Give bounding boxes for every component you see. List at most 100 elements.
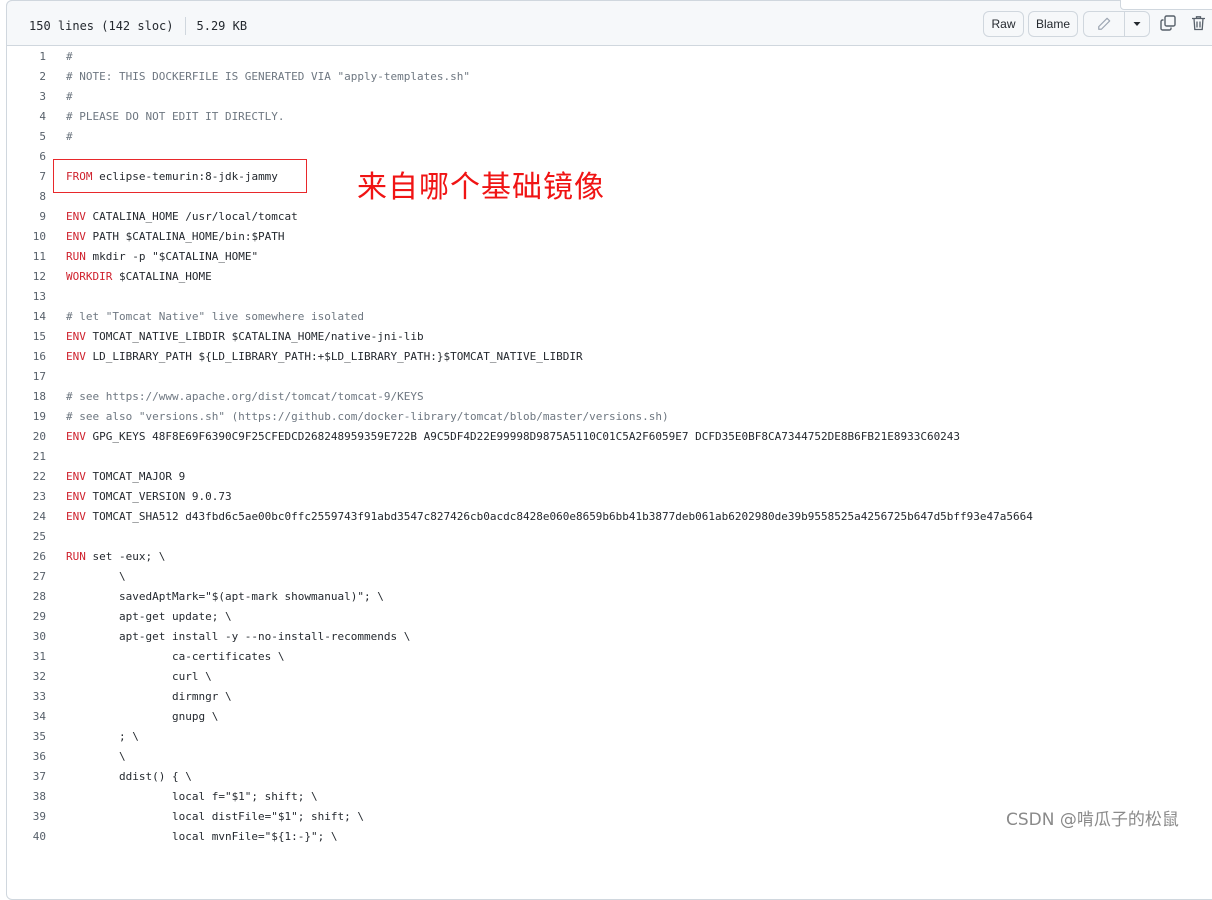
line-number[interactable]: 30	[6, 627, 46, 647]
line-number[interactable]: 12	[6, 267, 46, 287]
line-number[interactable]: 23	[6, 487, 46, 507]
line-number[interactable]: 24	[6, 507, 46, 527]
line-content: gnupg \	[46, 707, 218, 727]
code-line: 35 ; \	[6, 727, 1212, 747]
line-content: ENV PATH $CATALINA_HOME/bin:$PATH	[46, 227, 285, 247]
line-number[interactable]: 3	[6, 87, 46, 107]
annotation-text: 来自哪个基础镜像	[357, 170, 605, 205]
code-token: apt-get update; \	[66, 610, 232, 623]
line-number[interactable]: 16	[6, 347, 46, 367]
code-token: #	[66, 90, 73, 103]
line-number[interactable]: 33	[6, 687, 46, 707]
line-content: ca-certificates \	[46, 647, 285, 667]
line-number[interactable]: 11	[6, 247, 46, 267]
line-content: ddist() { \	[46, 767, 192, 787]
line-number[interactable]: 15	[6, 327, 46, 347]
code-line: 9 ENV CATALINA_HOME /usr/local/tomcat	[6, 207, 1212, 227]
line-number[interactable]: 6	[6, 147, 46, 167]
line-content: #	[46, 47, 73, 67]
code-line: 36 \	[6, 747, 1212, 767]
line-number[interactable]: 39	[6, 807, 46, 827]
line-number[interactable]: 17	[6, 367, 46, 387]
code-line: 30 apt-get install -y --no-install-recom…	[6, 627, 1212, 647]
line-content: local mvnFile="${1:-}"; \	[46, 827, 338, 847]
line-number[interactable]: 29	[6, 607, 46, 627]
code-token: \	[66, 750, 126, 763]
popover-edge	[1120, 0, 1212, 10]
code-line: 37 ddist() { \	[6, 767, 1212, 787]
code-token: RUN	[66, 250, 86, 263]
line-number[interactable]: 28	[6, 587, 46, 607]
code-token: local distFile="$1"; shift; \	[66, 810, 365, 823]
line-number[interactable]: 2	[6, 67, 46, 87]
pencil-icon	[1098, 17, 1111, 30]
code-token: TOMCAT_SHA512 d43fbd6c5ae00bc0ffc2559743…	[85, 510, 1033, 523]
code-token: TOMCAT_MAJOR 9	[85, 470, 186, 483]
line-number[interactable]: 14	[6, 307, 46, 327]
code-line: 21	[6, 447, 1212, 467]
line-content: dirmngr \	[46, 687, 232, 707]
code-line: 5 #	[6, 127, 1212, 147]
code-token: set -eux; \	[85, 550, 166, 563]
code-line: 15 ENV TOMCAT_NATIVE_LIBDIR $CATALINA_HOM…	[6, 327, 1212, 347]
code-token: LD_LIBRARY_PATH ${LD_LIBRARY_PATH:+$LD_L…	[85, 350, 583, 363]
code-line: 11 RUN mkdir -p "$CATALINA_HOME"	[6, 247, 1212, 267]
code-token: ENV	[66, 230, 86, 243]
code-token: # PLEASE DO NOT EDIT IT DIRECTLY.	[66, 110, 285, 123]
line-content: #	[46, 127, 73, 147]
line-number[interactable]: 1	[6, 47, 46, 67]
line-number[interactable]: 36	[6, 747, 46, 767]
line-number[interactable]: 7	[6, 167, 46, 187]
code-line: 27 \	[6, 567, 1212, 587]
line-content	[46, 367, 66, 387]
edit-dropdown-button[interactable]	[1124, 11, 1150, 37]
code-line: 34 gnupg \	[6, 707, 1212, 727]
line-number[interactable]: 19	[6, 407, 46, 427]
code-line: 25	[6, 527, 1212, 547]
line-number[interactable]: 34	[6, 707, 46, 727]
line-number[interactable]: 21	[6, 447, 46, 467]
line-number[interactable]: 20	[6, 427, 46, 447]
line-number[interactable]: 37	[6, 767, 46, 787]
line-content: ENV TOMCAT_NATIVE_LIBDIR $CATALINA_HOME/…	[46, 327, 424, 347]
code-token: ENV	[66, 350, 86, 363]
code-token: # NOTE: THIS DOCKERFILE IS GENERATED VIA…	[66, 70, 470, 83]
code-token: local mvnFile="${1:-}"; \	[66, 830, 338, 843]
line-content: apt-get install -y --no-install-recommen…	[46, 627, 410, 647]
line-number[interactable]: 4	[6, 107, 46, 127]
line-content	[46, 447, 66, 467]
line-number[interactable]: 40	[6, 827, 46, 847]
copy-button[interactable]	[1158, 13, 1178, 33]
line-number[interactable]: 10	[6, 227, 46, 247]
line-content: # PLEASE DO NOT EDIT IT DIRECTLY.	[46, 107, 285, 127]
line-number[interactable]: 26	[6, 547, 46, 567]
code-token: gnupg \	[66, 710, 219, 723]
blame-button[interactable]: Blame	[1028, 11, 1078, 37]
line-number[interactable]: 35	[6, 727, 46, 747]
line-number[interactable]: 31	[6, 647, 46, 667]
code-token: savedAptMark="$(apt-mark showmanual)"; \	[66, 590, 384, 603]
line-number[interactable]: 22	[6, 467, 46, 487]
code-token: PATH $CATALINA_HOME/bin:$PATH	[85, 230, 285, 243]
code-line: 2 # NOTE: THIS DOCKERFILE IS GENERATED VI…	[6, 67, 1212, 87]
raw-button[interactable]: Raw	[983, 11, 1024, 37]
code-token: GPG_KEYS 48F8E69F6390C9F25CFEDCD26824895…	[85, 430, 961, 443]
line-number[interactable]: 9	[6, 207, 46, 227]
edit-button[interactable]	[1083, 11, 1125, 37]
code-token: ENV	[66, 330, 86, 343]
code-line: 32 curl \	[6, 667, 1212, 687]
code-token: curl \	[66, 670, 212, 683]
line-number[interactable]: 27	[6, 567, 46, 587]
line-number[interactable]: 13	[6, 287, 46, 307]
line-number[interactable]: 25	[6, 527, 46, 547]
line-number[interactable]: 18	[6, 387, 46, 407]
delete-button[interactable]	[1188, 13, 1208, 33]
copy-icon	[1160, 15, 1176, 31]
line-number[interactable]: 5	[6, 127, 46, 147]
code-token: ddist() { \	[66, 770, 192, 783]
code-line: 29 apt-get update; \	[6, 607, 1212, 627]
line-number[interactable]: 38	[6, 787, 46, 807]
line-number[interactable]: 8	[6, 187, 46, 207]
file-info: 150 lines (142 sloc) 5.29 KB	[29, 17, 247, 35]
line-number[interactable]: 32	[6, 667, 46, 687]
